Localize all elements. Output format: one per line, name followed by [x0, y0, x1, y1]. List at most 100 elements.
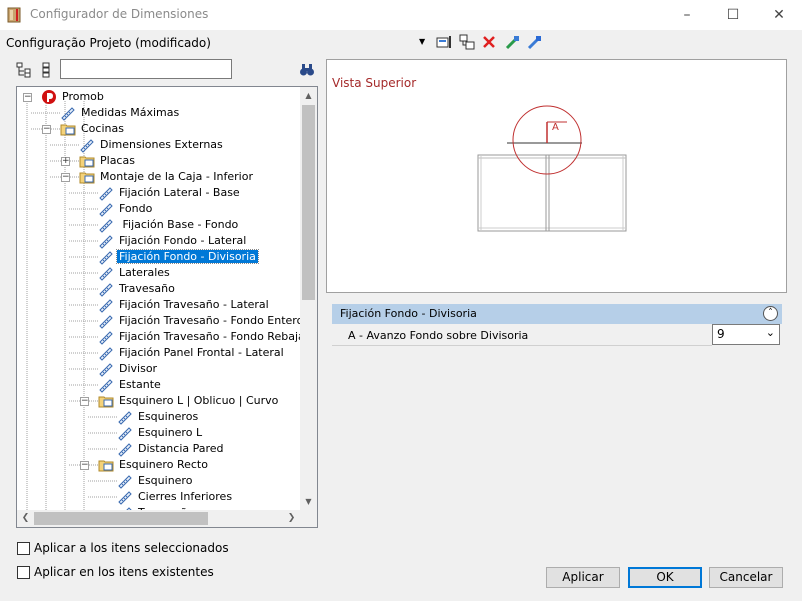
copy-config-icon[interactable]	[459, 34, 475, 50]
delete-config-icon[interactable]	[481, 34, 497, 50]
folder-icon	[98, 396, 114, 408]
tree-item[interactable]: Esquinero L | Oblicuo | Curvo	[98, 393, 280, 409]
tree-item[interactable]: Cocinas	[60, 121, 126, 137]
ruler-icon	[99, 363, 113, 377]
close-icon[interactable]: ✕	[756, 0, 802, 30]
tree-item[interactable]: Fijación Panel Frontal - Lateral	[98, 345, 286, 361]
collapse-icon[interactable]: −	[23, 93, 32, 102]
property-value-select[interactable]: 9 ⌄	[712, 324, 780, 345]
tree-item[interactable]: Distancia Pared	[117, 441, 226, 457]
tree-vertical-scrollbar[interactable]: ▲ ▼	[300, 87, 317, 510]
tree-item-label: Cocinas	[81, 122, 124, 135]
tree-item[interactable]: Fijación Base - Fondo	[98, 217, 240, 233]
ruler-icon	[118, 411, 132, 425]
tree-item-label: Fijación Travesaño - Fondo Entero	[119, 314, 304, 327]
ruler-icon	[118, 475, 132, 489]
tree-item[interactable]: Dimensiones Externas	[79, 137, 225, 153]
config-label: Configuração Projeto (modificado)	[6, 36, 211, 50]
apply-selected-checkbox[interactable]	[17, 542, 30, 555]
tree-item[interactable]: Fijación Fondo - Lateral	[98, 233, 248, 249]
scroll-left-icon[interactable]: ❮	[17, 510, 34, 527]
tree-item[interactable]: Fijación Travesaño - Fondo Rebajado	[98, 329, 318, 345]
tree-item-label: Esquinero Recto	[119, 458, 208, 471]
title-bar: Configurador de Dimensiones – ☐ ✕	[0, 0, 802, 30]
collapse-icon[interactable]: −	[80, 461, 89, 470]
expand-all-icon[interactable]	[16, 62, 32, 78]
tree-item[interactable]: Medidas Máximas	[60, 105, 181, 121]
tree-item[interactable]: Divisor	[98, 361, 159, 377]
tree-item-label: Divisor	[119, 362, 158, 375]
ok-button[interactable]: OK	[628, 567, 702, 588]
vertical-scroll-thumb[interactable]	[302, 105, 315, 300]
tree-item[interactable]: Placas	[79, 153, 137, 169]
tree-item-label: Esquineros	[138, 410, 199, 423]
apply-selected-label: Aplicar a los itens seleccionados	[34, 541, 229, 555]
tree-item[interactable]: Fijación Fondo - Divisoria	[98, 249, 259, 265]
tree-item-label: Fijación Panel Frontal - Lateral	[119, 346, 284, 359]
tree-item[interactable]: Fondo	[98, 201, 154, 217]
tree-item[interactable]: Promob	[41, 89, 106, 105]
ruler-icon	[99, 203, 113, 217]
scroll-down-icon[interactable]: ▼	[300, 493, 317, 510]
tree-view[interactable]: Promob − Medidas Máximas Cocinas − Dimensione…	[16, 86, 318, 528]
tree-item-label: Estante	[119, 378, 161, 391]
import-config-icon[interactable]	[505, 34, 521, 50]
preview-panel: Vista Superior A	[326, 59, 787, 293]
top-view-drawing	[477, 105, 627, 232]
property-label: A - Avanzo Fondo sobre Divisoria	[348, 329, 529, 342]
tree-item[interactable]: Laterales	[98, 265, 172, 281]
tree-item[interactable]: Montaje de la Caja - Inferior	[79, 169, 255, 185]
apply-button[interactable]: Aplicar	[546, 567, 620, 588]
tree-item[interactable]: Fijación Travesaño - Lateral	[98, 297, 271, 313]
collapse-all-icon[interactable]	[38, 62, 54, 78]
tree-item[interactable]: Esquineros	[117, 409, 200, 425]
binoculars-icon[interactable]	[299, 62, 315, 78]
export-config-icon[interactable]	[527, 34, 543, 50]
ruler-icon	[99, 187, 113, 201]
collapse-icon[interactable]: −	[80, 397, 89, 406]
edit-config-icon[interactable]	[436, 34, 452, 50]
preview-title: Vista Superior	[332, 76, 417, 90]
apply-existing-checkbox[interactable]	[17, 566, 30, 579]
ruler-icon	[99, 379, 113, 393]
tree-item[interactable]: Fijación Travesaño - Fondo Entero	[98, 313, 305, 329]
collapse-icon[interactable]: −	[42, 125, 51, 134]
scroll-up-icon[interactable]: ▲	[300, 87, 317, 104]
tree-horizontal-scrollbar[interactable]: ❮ ❯	[17, 510, 300, 527]
cancel-button[interactable]: Cancelar	[709, 567, 783, 588]
tree-item[interactable]: Esquinero L	[117, 425, 204, 441]
tree-item-label: Esquinero L	[138, 426, 203, 439]
ruler-icon	[99, 219, 113, 233]
tree-item-label: Fijación Travesaño - Fondo Rebajado	[119, 330, 318, 343]
ruler-icon	[61, 107, 75, 121]
tree-item-label: Fijación Fondo - Divisoria	[116, 249, 259, 264]
tree-item[interactable]: Travesaño	[98, 281, 177, 297]
tree-item-label: Fondo	[119, 202, 153, 215]
tree-item-label: Travesaño	[119, 282, 175, 295]
tree-item-label: Distancia Pared	[138, 442, 224, 455]
expand-icon[interactable]: +	[61, 157, 70, 166]
horizontal-scroll-thumb[interactable]	[34, 512, 208, 525]
collapse-icon[interactable]: −	[61, 173, 70, 182]
ruler-icon	[118, 491, 132, 505]
ruler-icon	[99, 267, 113, 281]
tree-item-label: Medidas Máximas	[81, 106, 180, 119]
tree-item[interactable]: Fijación Lateral - Base	[98, 185, 242, 201]
config-dropdown-icon[interactable]: ▼	[419, 34, 435, 50]
scroll-right-icon[interactable]: ❯	[283, 510, 300, 527]
minimize-icon[interactable]: –	[664, 0, 710, 30]
tree-item[interactable]: Esquinero	[117, 473, 194, 489]
tree-item-label: Placas	[100, 154, 135, 167]
tree-item[interactable]: Estante	[98, 377, 163, 393]
tree-item-label: Esquinero	[138, 474, 193, 487]
folder-icon	[98, 460, 114, 472]
ruler-icon	[99, 251, 113, 265]
search-input[interactable]	[60, 59, 232, 79]
tree-item-label: Dimensiones Externas	[100, 138, 223, 151]
property-group-header[interactable]: Fijación Fondo - Divisoria ˄	[332, 304, 782, 324]
collapse-chevron-icon[interactable]: ˄	[763, 306, 778, 321]
maximize-icon[interactable]: ☐	[710, 0, 756, 30]
tree-item[interactable]: Esquinero Recto	[98, 457, 210, 473]
tree-item-label: Cierres Inferiores	[138, 490, 233, 503]
tree-item[interactable]: Cierres Inferiores	[117, 489, 234, 505]
